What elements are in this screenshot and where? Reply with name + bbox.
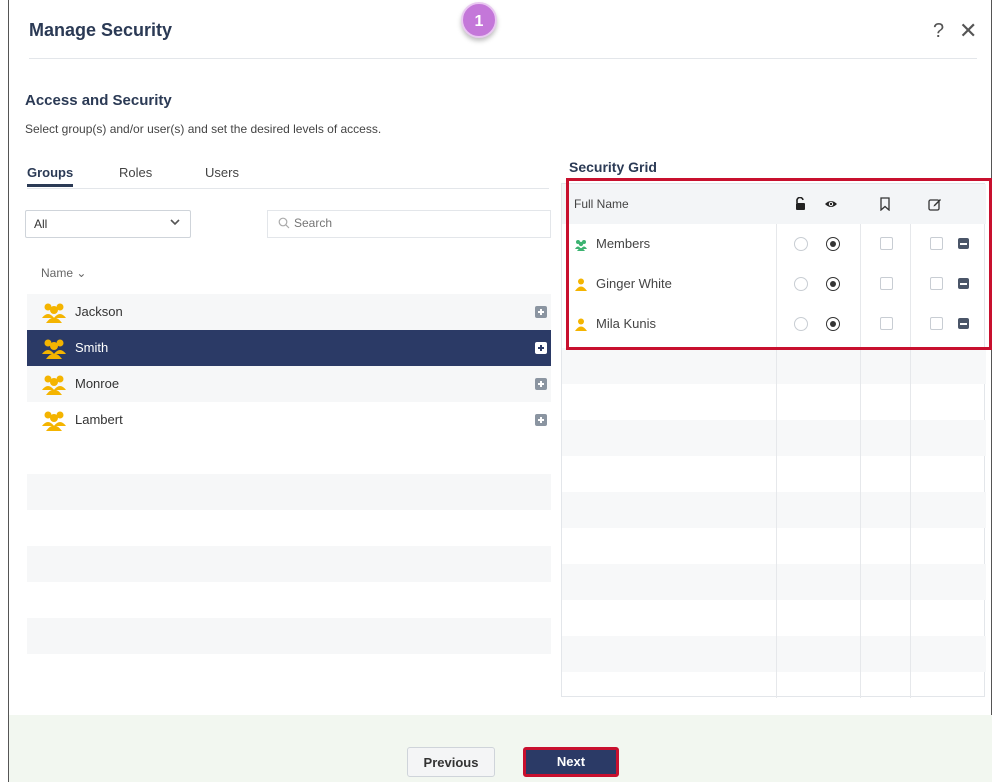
view-access-radio[interactable] [826,237,840,251]
user-icon [575,278,587,291]
tab-groups[interactable]: Groups [27,165,74,187]
group-icon [42,375,66,395]
section-title: Access and Security [25,92,172,109]
dialog-header: Manage Security ? ✕ [9,0,992,60]
next-button[interactable]: Next [523,747,619,777]
step-badge: 1 [461,2,497,38]
previous-button[interactable]: Previous [407,747,495,777]
list-item[interactable]: Monroe [27,366,551,402]
list-item[interactable]: Jackson [27,294,551,330]
group-icon [42,339,66,359]
group-list: Name ⌄ Jackson Smith Monroe Lambert [27,258,551,698]
empty-row [27,618,551,654]
view-access-radio[interactable] [826,317,840,331]
add-icon[interactable] [535,342,547,354]
list-item-label: Monroe [75,376,120,391]
empty-row [27,474,551,510]
remove-icon[interactable] [958,238,969,249]
dialog-title: Manage Security [29,20,173,40]
tab-users[interactable]: Users [205,165,239,184]
group-icon [42,303,66,323]
filter-dropdown[interactable]: All [25,210,191,238]
list-item[interactable]: Smith [27,330,551,366]
bookmark-checkbox[interactable] [880,277,893,290]
list-item-label: Smith [75,340,109,355]
close-icon[interactable]: ✕ [959,18,977,44]
bookmark-checkbox[interactable] [880,237,893,250]
tab-roles[interactable]: Roles [119,165,152,184]
filter-selected-value: All [34,217,48,231]
grid-row-name: Mila Kunis [596,316,656,331]
edit-icon [928,199,941,211]
bookmark-checkbox[interactable] [880,317,893,330]
section-description: Select group(s) and/or user(s) and set t… [25,122,382,136]
edit-checkbox[interactable] [930,237,943,250]
add-icon[interactable] [535,378,547,390]
bookmark-icon [880,197,890,211]
grid-row-ginger-white: Ginger White [562,264,986,304]
dialog-footer: Previous Next [9,715,992,782]
user-icon [575,318,587,331]
grid-header: Full Name [562,184,986,224]
search-field[interactable] [267,210,551,238]
full-name-header: Full Name [574,197,629,211]
grid-row-mila-kunis: Mila Kunis [562,304,986,344]
remove-icon[interactable] [958,278,969,289]
no-access-radio[interactable] [794,317,808,331]
grid-row-name: Members [596,236,651,251]
group-icon [575,240,587,251]
list-column-header[interactable]: Name ⌄ [27,258,551,294]
no-access-radio[interactable] [794,237,808,251]
empty-row [27,546,551,582]
grid-stripe [562,492,986,528]
add-icon[interactable] [535,414,547,426]
security-grid-title: Security Grid [569,159,657,175]
manage-security-dialog: Manage Security ? ✕ 1 Access and Securit… [8,0,992,782]
grid-stripe [562,348,986,384]
lock-open-icon [796,197,805,210]
remove-icon[interactable] [958,318,969,329]
edit-checkbox[interactable] [930,277,943,290]
grid-stripe [562,420,986,456]
eye-icon [825,201,837,207]
add-icon[interactable] [535,306,547,318]
edit-checkbox[interactable] [930,317,943,330]
header-divider [29,58,977,59]
list-item-label: Jackson [75,304,123,319]
list-item-label: Lambert [75,412,123,427]
group-icon [42,411,66,431]
search-input[interactable] [294,216,534,230]
security-grid: Full Name Members Ginger White Mila Kuni… [561,183,986,698]
grid-row-name: Ginger White [596,276,672,291]
grid-stripe [562,564,986,600]
list-item[interactable]: Lambert [27,402,551,438]
chevron-down-icon [170,216,180,230]
no-access-radio[interactable] [794,277,808,291]
tab-bar: Groups Roles Users [27,165,549,189]
grid-stripe [562,636,986,672]
search-icon [278,217,290,229]
grid-row-members: Members [562,224,986,264]
help-icon[interactable]: ? [933,20,944,43]
view-access-radio[interactable] [826,277,840,291]
